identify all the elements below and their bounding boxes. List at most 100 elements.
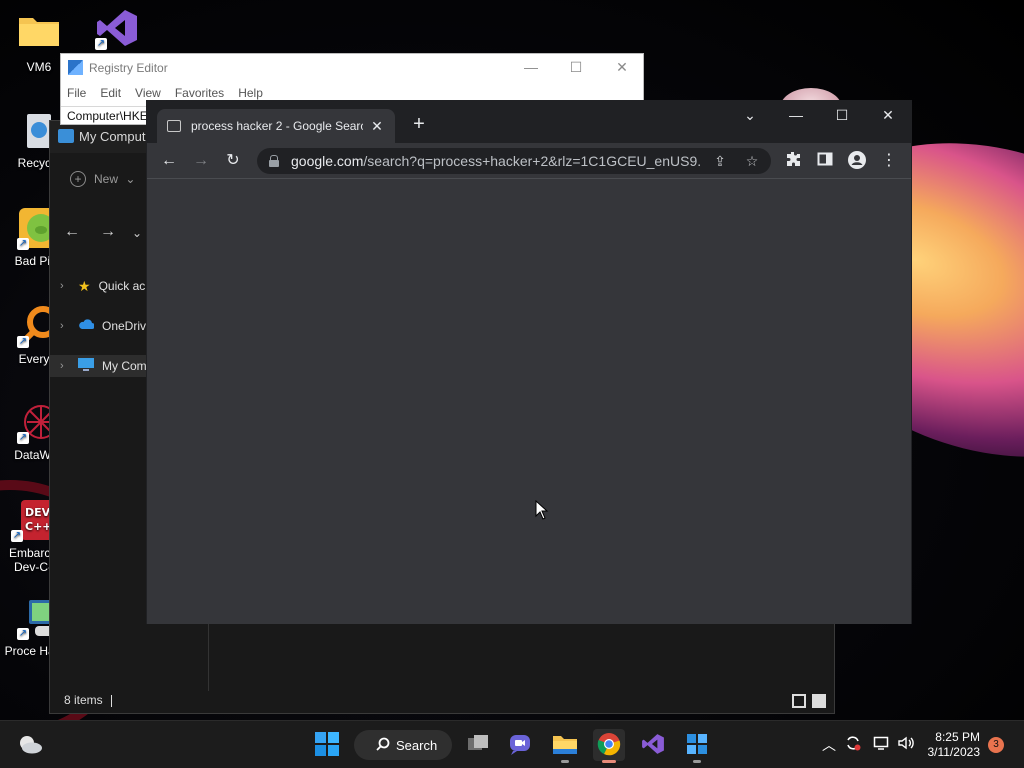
folder-icon <box>552 733 578 758</box>
sync-status-icon[interactable] <box>843 735 863 754</box>
tree-item-label: My Com <box>102 359 147 373</box>
menu-favorites[interactable]: Favorites <box>175 86 224 100</box>
menu-view[interactable]: View <box>135 86 161 100</box>
volume-icon[interactable] <box>896 735 916 754</box>
menu-file[interactable]: File <box>67 86 86 100</box>
shortcut-arrow-icon: ↗ <box>17 336 29 348</box>
task-view-icon <box>466 734 490 757</box>
registry-menu-bar: File Edit View Favorites Help <box>67 86 263 100</box>
windows-logo-icon <box>315 731 339 759</box>
running-indicator <box>693 760 701 763</box>
chevron-right-icon: › <box>60 320 64 332</box>
star-icon: ★ <box>78 277 91 294</box>
item-count-label: 8 items <box>64 693 103 707</box>
chevron-down-icon: ⌄ <box>125 172 136 186</box>
chevron-right-icon: › <box>60 360 64 372</box>
monitor-icon <box>58 129 74 143</box>
status-separator <box>110 694 112 707</box>
new-button[interactable]: + New ⌄ <box>70 171 135 187</box>
close-button[interactable]: ✕ <box>612 59 632 76</box>
visual-studio-icon: ↗ <box>95 6 139 50</box>
folder-icon <box>17 12 61 56</box>
desktop-icon-visual-studio[interactable]: ↗ <box>80 6 154 54</box>
tab-google-search[interactable]: process hacker 2 - Google Search ✕ <box>157 109 395 143</box>
back-arrow-icon[interactable]: ← <box>64 223 80 241</box>
details-view-icon[interactable] <box>792 694 806 708</box>
lock-icon <box>269 155 279 167</box>
view-toggle-group <box>792 694 826 708</box>
new-tab-button[interactable]: + <box>409 113 429 136</box>
url-path: /search?q=process+hacker+2&rlz=1C1GCEU_e… <box>363 153 701 169</box>
widgets-button[interactable] <box>14 729 46 761</box>
close-button[interactable]: ✕ <box>873 107 903 124</box>
mouse-cursor-icon <box>535 500 549 520</box>
minimize-button[interactable]: — <box>781 107 811 123</box>
clock-date: 3/11/2023 <box>927 745 981 759</box>
taskbar: Search ︿ 8:25 PM 3/11/2023 3 <box>0 720 1024 768</box>
reload-icon[interactable]: ↻ <box>223 151 243 171</box>
bookmark-star-icon[interactable]: ☆ <box>743 153 761 170</box>
active-indicator <box>602 760 616 763</box>
large-icons-view-icon[interactable] <box>812 694 826 708</box>
taskbar-visual-studio[interactable] <box>637 729 669 761</box>
side-panel-icon[interactable] <box>815 151 835 171</box>
svg-text:C++: C++ <box>25 520 52 533</box>
monitor-icon <box>78 357 94 375</box>
taskbar-file-explorer[interactable] <box>549 729 581 763</box>
taskbar-search[interactable]: Search <box>354 730 452 760</box>
status-bar-item-count: 8 items <box>64 693 112 707</box>
tree-item-label: Quick ac <box>98 279 146 293</box>
explorer-title: My Compute <box>79 129 153 144</box>
extensions-puzzle-icon[interactable] <box>783 151 803 171</box>
menu-help[interactable]: Help <box>238 86 263 100</box>
taskbar-chrome[interactable] <box>593 729 625 763</box>
search-label: Search <box>396 737 438 753</box>
url-text[interactable]: google.com/search?q=process+hacker+2&rlz… <box>291 153 701 169</box>
tree-item-my-computer[interactable]: › My Com <box>50 355 148 377</box>
pane-divider[interactable] <box>208 621 209 691</box>
menu-edit[interactable]: Edit <box>100 86 121 100</box>
shortcut-arrow-icon: ↗ <box>17 432 29 444</box>
tab-search-chevron-icon[interactable]: ⌄ <box>735 107 765 124</box>
tree-item-quick-access[interactable]: › ★ Quick ac <box>60 275 145 297</box>
forward-arrow-icon[interactable]: → <box>100 223 116 241</box>
recent-locations-chevron-icon[interactable]: ⌄ <box>132 226 142 240</box>
start-button[interactable] <box>311 729 343 761</box>
registry-editor-icon <box>68 60 83 75</box>
shortcut-arrow-icon: ↗ <box>95 38 107 50</box>
chevron-right-icon: › <box>60 280 64 292</box>
shortcut-arrow-icon: ↗ <box>17 238 29 250</box>
network-icon[interactable] <box>871 735 891 754</box>
minimize-button[interactable]: — <box>521 59 541 75</box>
maximize-button[interactable]: ☐ <box>566 59 586 76</box>
forward-arrow-icon[interactable]: → <box>191 151 211 171</box>
plus-icon: + <box>70 171 86 187</box>
registry-editor-icon <box>686 733 708 758</box>
new-button-label: New <box>94 172 119 186</box>
chrome-window[interactable]: process hacker 2 - Google Search ✕ + ⌄ —… <box>146 100 912 624</box>
desktop-icon-label: VM6 <box>26 60 52 74</box>
shortcut-arrow-icon: ↗ <box>17 628 29 640</box>
task-view-button[interactable] <box>462 729 494 761</box>
clock-time: 8:25 PM <box>935 730 980 744</box>
tree-item-onedrive[interactable]: › OneDrive <box>60 315 153 337</box>
show-hidden-icons-chevron-icon[interactable]: ︿ <box>819 735 839 755</box>
tab-strip[interactable]: process hacker 2 - Google Search ✕ + ⌄ —… <box>147 101 911 143</box>
more-menu-icon[interactable]: ⋮ <box>879 151 899 171</box>
profile-avatar-icon[interactable] <box>847 151 867 171</box>
running-indicator <box>561 760 569 763</box>
taskbar-registry-editor[interactable] <box>681 729 713 763</box>
tab-close-icon[interactable]: ✕ <box>369 118 385 135</box>
page-content-blank[interactable] <box>147 180 911 624</box>
visual-studio-icon <box>641 732 665 759</box>
address-bar[interactable]: google.com/search?q=process+hacker+2&rlz… <box>257 148 771 174</box>
weather-cloud-icon <box>17 734 43 757</box>
system-clock[interactable]: 8:25 PM 3/11/2023 <box>928 730 981 760</box>
notification-badge[interactable]: 3 <box>988 737 1004 753</box>
tab-title: process hacker 2 - Google Search <box>191 119 363 133</box>
registry-editor-title: Registry Editor <box>89 61 168 75</box>
maximize-button[interactable]: ☐ <box>827 107 857 124</box>
share-icon[interactable]: ⇪ <box>711 153 729 170</box>
chat-button[interactable] <box>505 729 537 761</box>
back-arrow-icon[interactable]: ← <box>159 151 179 171</box>
